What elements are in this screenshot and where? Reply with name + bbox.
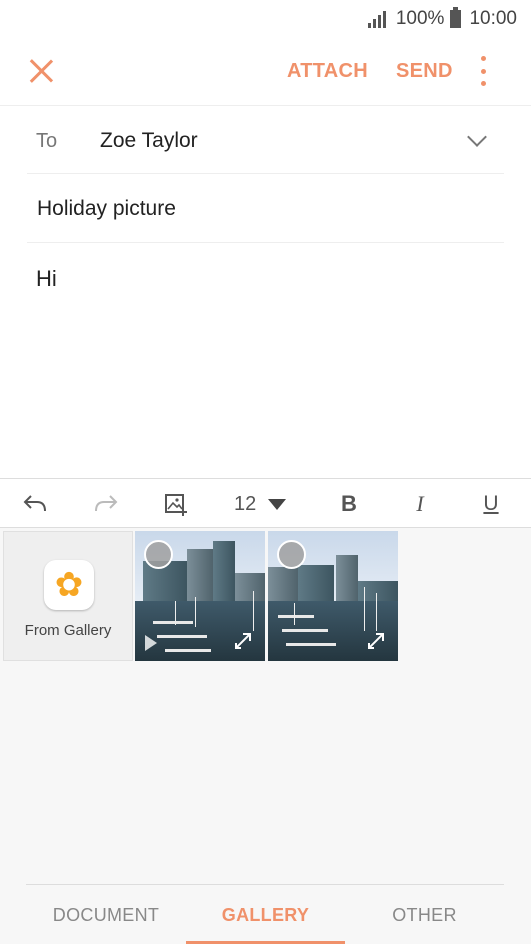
gallery-thumbnail[interactable] <box>268 531 398 661</box>
insert-image-icon[interactable] <box>160 479 192 529</box>
chevron-down-icon[interactable] <box>467 127 487 147</box>
subject-row[interactable]: Holiday picture <box>27 174 504 243</box>
expand-icon[interactable] <box>235 633 251 649</box>
italic-button[interactable]: I <box>410 479 430 529</box>
signal-icon <box>367 10 388 28</box>
redo-icon[interactable] <box>89 479 121 529</box>
clock: 10:00 <box>469 8 517 29</box>
compose-toolbar: ATTACH SEND <box>0 36 531 106</box>
battery-percent: 100% <box>395 8 445 29</box>
attachment-picker: ✿ From Gallery DOCUMENT GALLERY OTHER <box>0 528 531 944</box>
from-gallery-button[interactable]: ✿ From Gallery <box>3 531 133 661</box>
status-bar: 100% 10:00 <box>0 0 531 36</box>
from-gallery-label: From Gallery <box>24 622 112 639</box>
send-button[interactable]: SEND <box>396 60 453 83</box>
tab-document[interactable]: DOCUMENT <box>26 885 186 944</box>
message-body[interactable]: Hi <box>36 266 57 292</box>
close-icon[interactable] <box>22 52 60 90</box>
format-toolbar: 12 B I U <box>0 478 531 528</box>
subject-field[interactable]: Holiday picture <box>37 197 176 221</box>
tab-gallery[interactable]: GALLERY <box>186 885 345 944</box>
select-circle-icon[interactable] <box>144 540 173 569</box>
recipient-field[interactable]: Zoe Taylor <box>100 129 198 153</box>
tab-other[interactable]: OTHER <box>345 885 504 944</box>
expand-icon[interactable] <box>368 633 384 649</box>
flower-icon: ✿ <box>44 560 94 610</box>
battery-icon <box>450 7 462 28</box>
picker-tabs: DOCUMENT GALLERY OTHER <box>26 884 504 944</box>
font-size-selector[interactable]: 12 <box>234 479 296 529</box>
font-size-value: 12 <box>234 492 257 515</box>
undo-icon[interactable] <box>20 479 52 529</box>
more-icon[interactable] <box>474 56 492 86</box>
gallery-thumbnail[interactable] <box>135 531 265 661</box>
underline-button[interactable]: U <box>479 479 503 529</box>
to-label: To <box>36 130 58 152</box>
play-icon <box>145 635 157 651</box>
bold-button[interactable]: B <box>337 479 361 529</box>
attach-button[interactable]: ATTACH <box>287 60 368 83</box>
status-indicators: 100% 10:00 <box>367 7 517 30</box>
select-circle-icon[interactable] <box>277 540 306 569</box>
recipient-row[interactable]: To Zoe Taylor <box>27 106 504 174</box>
dropdown-arrow-icon <box>268 498 287 510</box>
